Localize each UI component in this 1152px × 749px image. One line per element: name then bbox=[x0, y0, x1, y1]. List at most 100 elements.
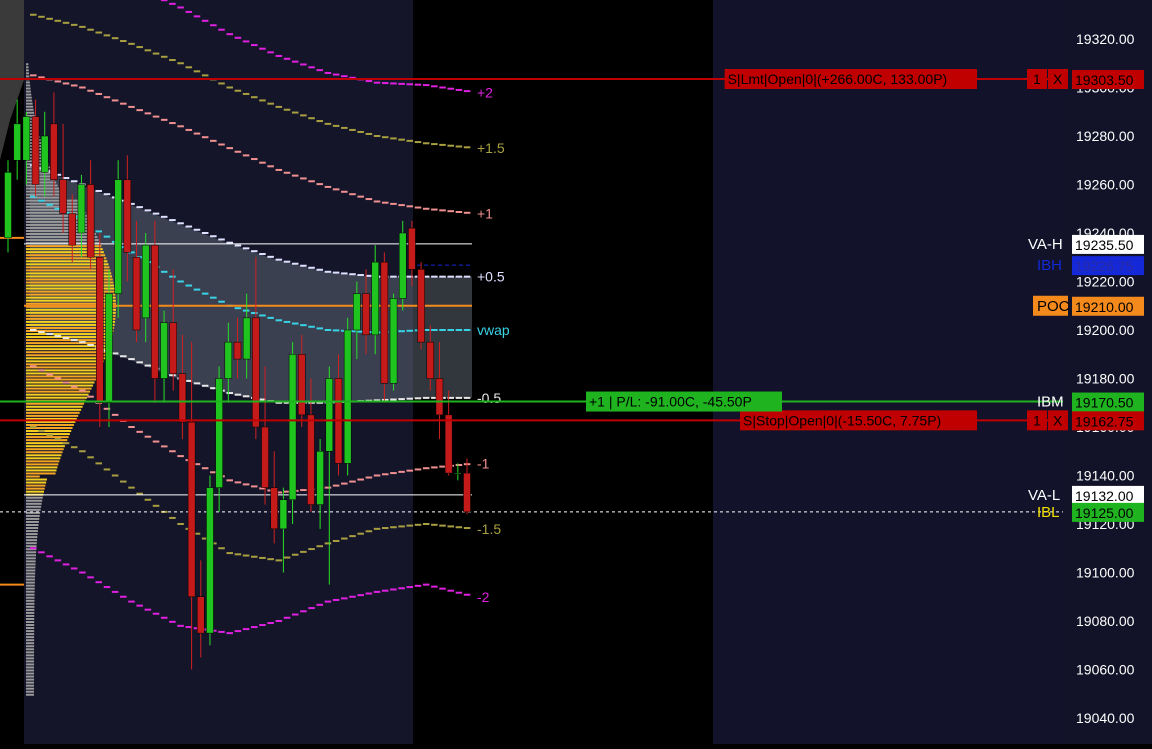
band-label: -1 bbox=[477, 455, 490, 471]
candle-body bbox=[398, 232, 407, 299]
profile-row bbox=[26, 690, 35, 693]
profile-row bbox=[26, 375, 98, 378]
profile-row bbox=[26, 478, 47, 481]
profile-row bbox=[26, 681, 35, 684]
profile-row bbox=[26, 466, 58, 469]
profile-row bbox=[26, 442, 67, 445]
band-label: -1.5 bbox=[477, 521, 501, 537]
profile-row bbox=[26, 463, 59, 466]
level-name: POC bbox=[1037, 298, 1070, 315]
y-tick-label: 19200.00 bbox=[1076, 322, 1135, 338]
profile-row bbox=[26, 190, 61, 193]
band-label: +2 bbox=[477, 84, 493, 100]
candle-body bbox=[288, 354, 297, 500]
profile-row bbox=[26, 551, 37, 554]
level-price: 19226.75 bbox=[1075, 258, 1134, 274]
candle-body bbox=[114, 179, 122, 294]
profile-row bbox=[26, 584, 35, 587]
profile-row bbox=[26, 199, 80, 202]
profile-row bbox=[26, 357, 106, 360]
profile-row bbox=[26, 211, 86, 214]
profile-row bbox=[26, 578, 35, 581]
order-cancel-icon[interactable]: X bbox=[1053, 71, 1063, 87]
profile-row bbox=[26, 72, 30, 75]
candle-body bbox=[261, 426, 269, 488]
candle-body bbox=[160, 322, 168, 379]
profile-row bbox=[26, 366, 102, 369]
profile-row bbox=[26, 372, 99, 375]
profile-row bbox=[26, 408, 82, 411]
profile-row bbox=[26, 111, 35, 114]
y-tick-label: 19060.00 bbox=[1076, 662, 1135, 678]
candle-body bbox=[233, 341, 242, 360]
candle-body bbox=[362, 293, 370, 336]
profile-row bbox=[26, 369, 101, 372]
candle-body bbox=[353, 293, 361, 331]
profile-row bbox=[26, 439, 68, 442]
profile-row bbox=[26, 451, 63, 454]
order-cancel-icon[interactable]: X bbox=[1053, 412, 1063, 428]
profile-row bbox=[26, 678, 35, 681]
profile-row bbox=[26, 457, 61, 460]
band-label: vwap bbox=[477, 322, 510, 338]
profile-row bbox=[26, 436, 69, 439]
profile-row bbox=[26, 105, 34, 108]
level-price: 19210.00 bbox=[1075, 299, 1134, 315]
profile-row bbox=[26, 393, 89, 396]
order-label[interactable]: S|Lmt|Open|0|(+266.00C, 133.00P) bbox=[728, 71, 948, 87]
y-tick-label: 19320.00 bbox=[1076, 31, 1135, 47]
profile-row bbox=[26, 236, 98, 239]
candle-body bbox=[13, 123, 21, 161]
profile-row bbox=[26, 508, 41, 511]
candle-body bbox=[242, 317, 251, 360]
y-tick-label: 19220.00 bbox=[1076, 274, 1135, 290]
candle-body bbox=[417, 269, 425, 343]
candle-body bbox=[343, 329, 352, 464]
profile-row bbox=[26, 614, 35, 617]
profile-row bbox=[26, 481, 47, 484]
profile-row bbox=[26, 672, 35, 675]
level-name: IBM bbox=[1037, 394, 1064, 411]
profile-row bbox=[26, 611, 35, 614]
y-tick-label: 19260.00 bbox=[1076, 177, 1135, 193]
candle-body bbox=[463, 472, 471, 513]
level-name: VA-H bbox=[1028, 236, 1063, 253]
profile-row bbox=[26, 360, 104, 363]
profile-row bbox=[26, 205, 83, 208]
order-qty[interactable]: 1 bbox=[1033, 71, 1041, 87]
candle-body bbox=[316, 451, 324, 505]
profile-row bbox=[26, 554, 36, 557]
profile-row bbox=[26, 581, 35, 584]
profile-row bbox=[26, 533, 38, 536]
profile-row bbox=[26, 233, 96, 235]
order-label[interactable]: S|Stop|Open|0|(-15.50C, 7.75P) bbox=[743, 412, 941, 428]
profile-row bbox=[26, 520, 39, 523]
candle-body bbox=[96, 257, 104, 403]
profile-row bbox=[26, 684, 35, 687]
candle-body bbox=[298, 354, 306, 416]
candle-body bbox=[325, 378, 334, 452]
chart-canvas[interactable]: +2 +1.5 +1 +0.5 vwap -0.5 -1 -1.5 -2 S|Lmt|Open|… bbox=[0, 0, 1152, 744]
candle-body bbox=[40, 135, 49, 173]
profile-row bbox=[26, 99, 33, 102]
candle-body bbox=[389, 298, 398, 384]
band-label: -2 bbox=[477, 589, 490, 605]
profile-row bbox=[26, 260, 108, 263]
order-qty[interactable]: 1 bbox=[1033, 412, 1041, 428]
price-chart[interactable]: +2 +1.5 +1 +0.5 vwap -0.5 -1 -1.5 -2 S|Lmt|Open|… bbox=[0, 0, 1152, 744]
profile-row bbox=[26, 499, 43, 502]
position-label[interactable]: +1 | P/L: -91.00C, -45.50P bbox=[589, 394, 752, 410]
candle-body bbox=[380, 261, 389, 384]
candle-body bbox=[307, 414, 315, 505]
profile-row bbox=[26, 621, 35, 623]
candle-body bbox=[426, 341, 435, 379]
candle-body bbox=[371, 261, 379, 336]
profile-row bbox=[26, 530, 38, 533]
candle-body bbox=[187, 421, 196, 597]
band-label: -0.5 bbox=[477, 390, 501, 406]
candle-body bbox=[141, 244, 150, 319]
y-tick-label: 19140.00 bbox=[1076, 468, 1135, 484]
profile-row bbox=[26, 387, 92, 390]
candle-body bbox=[59, 179, 67, 214]
profile-row bbox=[26, 596, 35, 599]
